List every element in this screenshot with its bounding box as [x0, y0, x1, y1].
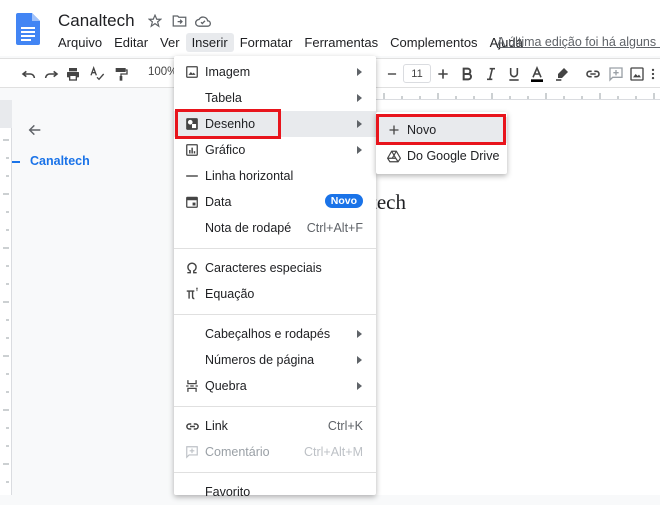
- menu-editar[interactable]: Editar: [108, 33, 154, 52]
- submenu-arrow-icon: [357, 382, 362, 390]
- increase-font-size-button[interactable]: [435, 64, 451, 84]
- menu-complementos[interactable]: Complementos: [384, 33, 483, 52]
- font-size-input[interactable]: 11: [403, 64, 431, 83]
- star-icon[interactable]: [146, 12, 164, 30]
- document-text[interactable]: tech: [371, 190, 406, 215]
- new-badge: Novo: [324, 194, 363, 208]
- menu-item-quebra[interactable]: Quebra: [174, 373, 376, 399]
- submenu-item-do-google-drive[interactable]: Do Google Drive: [376, 143, 507, 169]
- more-icon[interactable]: [646, 64, 660, 84]
- print-icon[interactable]: [64, 64, 82, 84]
- google-drive-icon: [386, 148, 402, 164]
- image-icon[interactable]: [629, 64, 645, 84]
- menu-item-comentario[interactable]: Comentário Ctrl+Alt+M: [174, 439, 376, 465]
- submenu-arrow-icon: [357, 356, 362, 364]
- pi-icon: [184, 286, 200, 302]
- outline-heading[interactable]: Canaltech: [12, 154, 90, 168]
- menu-item-linha-horizontal[interactable]: Linha horizontal: [174, 163, 376, 189]
- link-icon[interactable]: [584, 64, 602, 84]
- menu-item-grafico[interactable]: Gráfico: [174, 137, 376, 163]
- app-header: Canaltech Arquivo Editar Ver Inserir For…: [0, 0, 660, 56]
- menu-item-cabecalhos-e-rodapes[interactable]: Cabeçalhos e rodapés: [174, 321, 376, 347]
- menu-item-data[interactable]: Data Novo: [174, 189, 376, 215]
- menu-ferramentas[interactable]: Ferramentas: [298, 33, 384, 52]
- italic-icon[interactable]: [483, 64, 499, 84]
- menu-formatar[interactable]: Formatar: [234, 33, 299, 52]
- decrease-font-size-button[interactable]: [385, 64, 399, 84]
- image-icon: [184, 64, 200, 80]
- submenu-arrow-icon: [357, 94, 362, 102]
- submenu-arrow-icon: [357, 330, 362, 338]
- undo-icon[interactable]: [20, 64, 38, 84]
- calendar-icon: [184, 194, 200, 210]
- menu-inserir[interactable]: Inserir: [185, 33, 234, 52]
- menu-item-desenho[interactable]: Desenho: [174, 111, 376, 137]
- menu-ver[interactable]: Ver: [154, 33, 186, 52]
- horizontal-ruler[interactable]: [376, 88, 660, 100]
- document-title[interactable]: Canaltech: [58, 11, 135, 31]
- outline-back-arrow-icon[interactable]: [27, 122, 43, 143]
- menu-separator: [174, 472, 376, 473]
- menu-item-nota-de-rodape[interactable]: Nota de rodapé Ctrl+Alt+F: [174, 215, 376, 241]
- last-edit-link[interactable]: A última edição foi há alguns seg: [497, 35, 660, 49]
- plus-icon: [386, 122, 402, 138]
- menu-item-numeros-de-pagina[interactable]: Números de página: [174, 347, 376, 373]
- zoom-select[interactable]: 100%: [148, 66, 177, 78]
- menu-separator: [174, 314, 376, 315]
- menu-item-caracteres-especiais[interactable]: Caracteres especiais: [174, 255, 376, 281]
- vertical-ruler-margin: [0, 100, 12, 128]
- spellcheck-icon[interactable]: [88, 64, 106, 84]
- underline-icon[interactable]: [506, 64, 522, 84]
- shortcut-label: Ctrl+K: [327, 419, 363, 433]
- paint-format-icon[interactable]: [112, 64, 130, 84]
- menu-item-link[interactable]: Link Ctrl+K: [174, 413, 376, 439]
- bold-icon[interactable]: [459, 64, 475, 84]
- submenu-arrow-icon: [357, 120, 362, 128]
- highlight-icon[interactable]: [554, 64, 570, 84]
- menu-bar: Arquivo Editar Ver Inserir Formatar Ferr…: [52, 33, 529, 52]
- menu-item-equacao[interactable]: Equação: [174, 281, 376, 307]
- outline-active-marker: [12, 160, 20, 163]
- comment-icon: [184, 444, 200, 460]
- link-icon: [184, 418, 200, 434]
- menu-separator: [174, 406, 376, 407]
- move-folder-icon[interactable]: [170, 12, 188, 30]
- menu-item-imagem[interactable]: Imagem: [174, 59, 376, 85]
- omega-icon: [184, 260, 200, 276]
- title-actions: [146, 12, 212, 30]
- docs-logo-icon[interactable]: [16, 13, 40, 45]
- menu-arquivo[interactable]: Arquivo: [52, 33, 108, 52]
- chart-icon: [184, 142, 200, 158]
- menu-item-tabela[interactable]: Tabela: [174, 85, 376, 111]
- insert-menu: Imagem Tabela Desenho Gráfico Linha hori…: [174, 56, 376, 499]
- menu-item-favorito[interactable]: Favorito: [174, 479, 376, 505]
- vertical-ruler-ticks: [3, 139, 9, 483]
- drawing-icon: [184, 116, 200, 132]
- outline-heading-label: Canaltech: [30, 154, 90, 168]
- submenu-arrow-icon: [357, 68, 362, 76]
- page-break-icon: [184, 378, 200, 394]
- submenu-arrow-icon: [357, 146, 362, 154]
- shortcut-label: Ctrl+Alt+M: [303, 445, 363, 459]
- drawing-submenu: Novo Do Google Drive: [376, 112, 507, 174]
- cloud-status-icon[interactable]: [194, 12, 212, 30]
- comment-icon[interactable]: [608, 64, 624, 84]
- shortcut-label: Ctrl+Alt+F: [306, 221, 363, 235]
- vertical-ruler[interactable]: [0, 100, 12, 495]
- redo-icon[interactable]: [42, 64, 60, 84]
- menu-separator: [174, 248, 376, 249]
- submenu-item-novo[interactable]: Novo: [376, 117, 507, 143]
- horizontal-line-icon: [184, 168, 200, 184]
- text-color-icon[interactable]: [529, 64, 545, 84]
